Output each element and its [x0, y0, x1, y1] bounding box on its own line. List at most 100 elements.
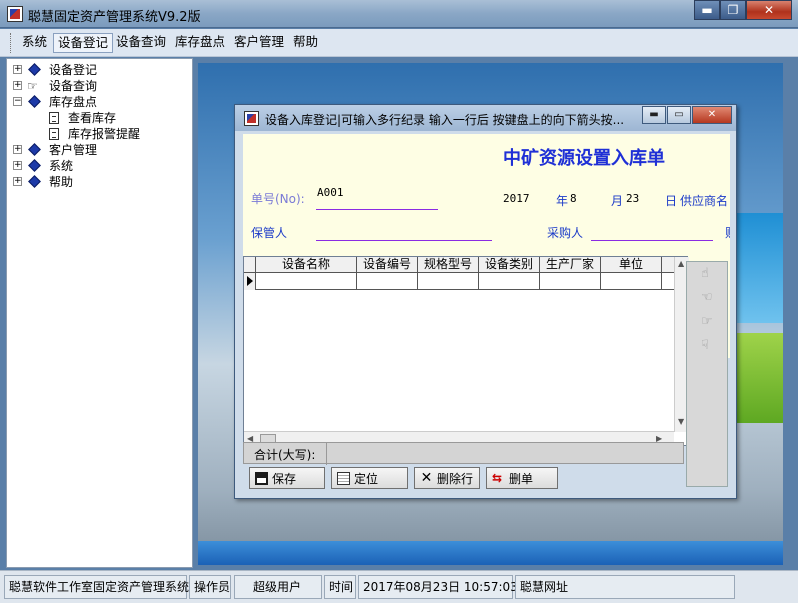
background-floor [198, 541, 783, 565]
tree-item-customer[interactable]: + 客户管理 [13, 142, 183, 158]
tree-label: 查看库存 [68, 111, 117, 125]
buyer-input[interactable] [591, 240, 713, 241]
minimize-button[interactable]: ▬ [694, 0, 720, 20]
order-number-field[interactable]: A001 [317, 186, 344, 199]
cell-unit[interactable] [601, 273, 662, 290]
scroll-up-icon[interactable]: ▲ [678, 259, 684, 268]
table-row[interactable] [244, 273, 689, 290]
app-title: 聪慧固定资产管理系统V9.2版 [28, 10, 201, 25]
col-device-name[interactable]: 设备名称 [256, 257, 357, 273]
status-time-label: 时间 [324, 575, 356, 599]
cell-device-name[interactable] [256, 273, 357, 290]
tree-item-inventory[interactable]: − 库存盘点 [13, 94, 183, 110]
dialog-maximize-button[interactable]: ▭ [667, 106, 691, 124]
item-grid[interactable]: 设备名称 设备编号 规格型号 设备类别 生产厂家 单位 ▲ ▼ ◀ ▶ [243, 256, 689, 446]
locate-label: 定位 [354, 471, 379, 486]
status-time: 2017年08月23日 10:57:03 [358, 575, 518, 599]
save-label: 保存 [272, 471, 297, 486]
status-operator: 超级用户 [234, 575, 322, 599]
cell-manufacturer[interactable] [540, 273, 601, 290]
row-indicator [244, 273, 256, 290]
tree-item-system[interactable]: + 系统 [13, 158, 183, 174]
dialog-title: 设备入库登记|可输入多行纪录 输入一行后 按键盘上的向下箭头按... [265, 113, 625, 127]
delete-bill-button[interactable]: ⇆ 删单 [486, 467, 558, 489]
hand-up-icon[interactable]: ☝ [701, 266, 709, 281]
tree-item-device-query[interactable]: + ☞ 设备查询 [13, 78, 183, 94]
save-button[interactable]: 保存 [249, 467, 325, 489]
tree-item-help[interactable]: + 帮助 [13, 174, 183, 190]
day-field[interactable]: 23 [626, 192, 639, 205]
tree-label: 设备查询 [49, 79, 98, 93]
menu-device-query[interactable]: 设备查询 [112, 33, 170, 53]
tree-label: 系统 [49, 159, 74, 173]
expand-toggle[interactable]: + [13, 65, 22, 74]
month-label: 月 [611, 194, 624, 208]
col-device-category[interactable]: 设备类别 [479, 257, 540, 273]
menu-customer[interactable]: 客户管理 [230, 33, 288, 53]
year-field[interactable]: 2017 [503, 192, 530, 205]
save-icon [255, 471, 268, 485]
buyer-label: 采购人 [547, 226, 584, 240]
diamond-icon [28, 143, 41, 156]
menu-grip [10, 33, 13, 53]
dialog-titlebar: 设备入库登记|可输入多行纪录 输入一行后 按键盘上的向下箭头按... ▬ ▭ ✕ [235, 105, 736, 131]
status-operator-label: 操作员 [189, 575, 231, 599]
tree-item-view-stock[interactable]: 查看库存 [47, 110, 187, 126]
keeper-label: 保管人 [251, 226, 288, 240]
tree-label: 设备登记 [49, 63, 98, 77]
cell-device-code[interactable] [357, 273, 418, 290]
total-label: 合计(大写): [254, 448, 316, 462]
expand-toggle[interactable]: + [13, 177, 22, 186]
locate-button[interactable]: 定位 [331, 467, 408, 489]
collapse-toggle[interactable]: − [13, 97, 22, 106]
order-number-label: 单号(No): [251, 192, 305, 206]
delete-bill-label: 删单 [509, 471, 534, 486]
app-titlebar: 聪慧固定资产管理系统V9.2版 ▬ ❐ ✕ [0, 0, 798, 28]
tree-item-stock-alert[interactable]: 库存报警提醒 [47, 126, 187, 142]
menu-help[interactable]: 帮助 [289, 33, 322, 53]
tree-label: 库存报警提醒 [68, 127, 141, 141]
hand-left-icon[interactable]: ☜ [701, 290, 713, 305]
scroll-down-icon[interactable]: ▼ [678, 417, 684, 426]
menu-inventory[interactable]: 库存盘点 [171, 33, 229, 53]
day-label: 日 [665, 194, 678, 208]
cell-spec-model[interactable] [418, 273, 479, 290]
close-button[interactable]: ✕ [746, 0, 792, 20]
tree-label: 帮助 [49, 175, 74, 189]
trailing-label: 财 [725, 224, 730, 241]
hand-pointer-icon: ☞ [27, 79, 38, 93]
stock-in-dialog: 设备入库登记|可输入多行纪录 输入一行后 按键盘上的向下箭头按... ▬ ▭ ✕… [234, 104, 737, 499]
menu-system[interactable]: 系统 [18, 33, 51, 53]
delete-row-button[interactable]: ✕ 删除行 [414, 467, 480, 489]
cell-device-category[interactable] [479, 273, 540, 290]
dialog-close-button[interactable]: ✕ [692, 106, 732, 124]
menu-device-register[interactable]: 设备登记 [53, 33, 114, 53]
col-spec-model[interactable]: 规格型号 [418, 257, 479, 273]
tree-item-device-register[interactable]: + 设备登记 [13, 62, 183, 78]
supplier-label: 供应商名 [680, 194, 729, 208]
dialog-minimize-button[interactable]: ▬ [642, 106, 666, 124]
expand-toggle[interactable]: + [13, 161, 22, 170]
status-website[interactable]: 聪慧网址 [515, 575, 735, 599]
delete-icon: ✕ [420, 469, 433, 486]
maximize-button[interactable]: ❐ [720, 0, 746, 20]
total-divider [326, 443, 327, 465]
hand-right-icon[interactable]: ☞ [701, 314, 713, 329]
col-device-code[interactable]: 设备编号 [357, 257, 418, 273]
col-unit[interactable]: 单位 [601, 257, 662, 273]
side-toolbar: ☝ ☜ ☞ ☟ [686, 261, 728, 487]
app-icon [7, 6, 23, 22]
delete-row-label: 删除行 [437, 471, 474, 486]
month-field[interactable]: 8 [570, 192, 577, 205]
hand-down-icon[interactable]: ☟ [701, 338, 709, 353]
tree-label: 库存盘点 [49, 95, 98, 109]
diamond-icon [28, 159, 41, 172]
expand-toggle[interactable]: + [13, 145, 22, 154]
nav-tree: + 设备登记 + ☞ 设备查询 − 库存盘点 查看库存 库存报警提醒 + 客户管… [6, 58, 193, 568]
expand-toggle[interactable]: + [13, 81, 22, 90]
keeper-input[interactable] [316, 240, 492, 241]
grid-header: 设备名称 设备编号 规格型号 设备类别 生产厂家 单位 [244, 257, 689, 273]
col-manufacturer[interactable]: 生产厂家 [540, 257, 601, 273]
tree-label: 客户管理 [49, 143, 98, 157]
status-bar: 聪慧软件工作室固定资产管理系统 操作员 超级用户 时间 2017年08月23日 … [0, 570, 798, 603]
